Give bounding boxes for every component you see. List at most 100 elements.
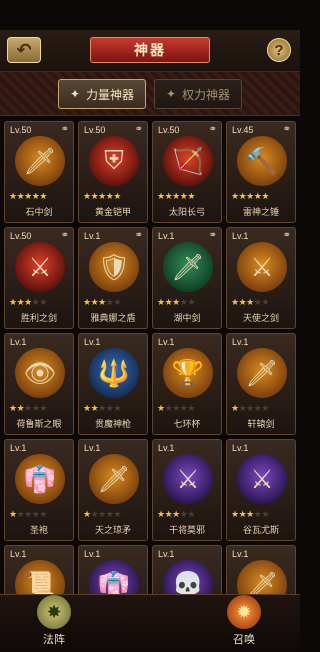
star-rating: ★★★★★: [83, 191, 121, 202]
tab-label: 权力神器: [182, 87, 231, 102]
artifact-card[interactable]: Lv.1 🗡 ★★★★★ 天之琼矛: [78, 439, 148, 541]
artifact-card[interactable]: Lv.1 ⚔ ★★★★★ 谷瓦尤斯: [226, 439, 296, 541]
summon-label: 召唤: [233, 634, 255, 646]
tab-bar: ✦ 力量神器 ✦ 权力神器: [0, 72, 300, 116]
artifact-name: 七环杯: [173, 419, 201, 429]
star-filled-icon: ★: [24, 297, 32, 307]
star-empty-icon: ★: [187, 297, 195, 307]
star-rating: ★★★★★: [231, 297, 269, 308]
star-rating: ★★★★★: [157, 509, 195, 520]
formation-button[interactable]: ✸ 法阵: [24, 595, 84, 651]
artifact-name: 湖中剑: [173, 313, 201, 323]
star-empty-icon: ★: [39, 403, 47, 413]
star-empty-icon: ★: [98, 509, 106, 519]
artifact-name: 雷神之锤: [242, 207, 279, 217]
artifact-icon: 🏹: [163, 136, 213, 186]
star-rating: ★★★★★: [231, 191, 269, 202]
artifact-name: 胜利之剑: [20, 313, 57, 323]
star-rating: ★★★★★: [157, 403, 195, 414]
star-filled-icon: ★: [172, 191, 180, 201]
star-empty-icon: ★: [261, 509, 269, 519]
artifact-card[interactable]: Lv.1 👘 ★★★★★ 圣袍: [4, 439, 74, 541]
artifact-card[interactable]: Lv.1 ⚭ 🛡 ★★★★★ 雅典娜之盾: [78, 227, 148, 329]
artifact-icon: 🗡: [163, 242, 213, 292]
star-filled-icon: ★: [246, 191, 254, 201]
link-icon: ⚭: [282, 230, 291, 241]
artifact-name: 贯魔神枪: [94, 419, 131, 429]
star-filled-icon: ★: [9, 509, 17, 519]
star-empty-icon: ★: [24, 403, 32, 413]
star-filled-icon: ★: [246, 297, 254, 307]
star-empty-icon: ★: [187, 403, 195, 413]
star-empty-icon: ★: [187, 509, 195, 519]
artifact-name: 圣袍: [29, 525, 48, 535]
artifact-icon: ⚔: [237, 242, 287, 292]
artifact-card[interactable]: Lv.1 🏆 ★★★★★ 七环杯: [152, 333, 222, 435]
summon-button[interactable]: ✹ 召唤: [214, 595, 274, 651]
artifact-level: Lv.1: [158, 231, 175, 241]
summon-icon: ✹: [227, 595, 261, 629]
artifact-card[interactable]: Lv.1 ⚭ ⚔ ★★★★★ 天使之剑: [226, 227, 296, 329]
star-empty-icon: ★: [113, 509, 121, 519]
top-bar: ↶ 神器 ?: [0, 30, 300, 72]
link-icon: ⚭: [134, 230, 143, 241]
link-icon: ⚭: [208, 230, 217, 241]
star-rating: ★★★★★: [157, 191, 195, 202]
artifact-card[interactable]: Lv.45 ⚭ 🔨 ★★★★★ 雷神之锤: [226, 121, 296, 223]
artifact-level: Lv.45: [232, 125, 254, 135]
artifact-name: 石中剑: [25, 207, 53, 217]
artifact-card[interactable]: Lv.1 🔱 ★★★★★ 贯魔神枪: [78, 333, 148, 435]
star-rating: ★★★★★: [9, 403, 47, 414]
artifact-icon: 👁: [15, 348, 65, 398]
star-empty-icon: ★: [39, 297, 47, 307]
artifact-card[interactable]: Lv.1 🗡 ★★★★★ 轩辕剑: [226, 333, 296, 435]
artifact-name: 干将莫邪: [168, 525, 205, 535]
artifact-card[interactable]: Lv.1 ⚭ 🗡 ★★★★★ 湖中剑: [152, 227, 222, 329]
tab-power-artifacts[interactable]: ✦ 力量神器: [58, 79, 146, 109]
star-rating: ★★★★★: [231, 509, 269, 520]
artifact-card[interactable]: Lv.50 ⚭ ⚔ ★★★★★ 胜利之剑: [4, 227, 74, 329]
star-empty-icon: ★: [113, 403, 121, 413]
artifact-card[interactable]: Lv.1 👁 ★★★★★ 荷鲁斯之眼: [4, 333, 74, 435]
artifact-level: Lv.50: [158, 125, 180, 135]
artifact-card[interactable]: Lv.50 ⚭ 🏹 ★★★★★ 太阳长弓: [152, 121, 222, 223]
star-rating: ★★★★★: [9, 297, 47, 308]
star-rating: ★★★★★: [83, 403, 121, 414]
star-filled-icon: ★: [83, 191, 91, 201]
star-filled-icon: ★: [9, 297, 17, 307]
link-icon: ⚭: [134, 124, 143, 135]
star-empty-icon: ★: [261, 297, 269, 307]
question-mark-icon: ?: [274, 41, 284, 59]
artifact-name: 天之琼矛: [94, 525, 131, 535]
star-rating: ★★★★★: [157, 297, 195, 308]
artifact-card[interactable]: Lv.50 ⚭ ⛨ ★★★★★ 黄金铠甲: [78, 121, 148, 223]
artifact-level: Lv.1: [10, 443, 27, 453]
artifact-level: Lv.1: [158, 337, 175, 347]
artifact-icon: ⛨: [89, 136, 139, 186]
star-filled-icon: ★: [9, 191, 17, 201]
star-filled-icon: ★: [83, 403, 91, 413]
artifact-icon: ⚔: [237, 454, 287, 504]
artifact-card[interactable]: Lv.50 ⚭ 🗡 ★★★★★ 石中剑: [4, 121, 74, 223]
artifact-level: Lv.1: [232, 549, 249, 559]
help-button[interactable]: ?: [267, 38, 291, 62]
artifact-icon: 🔨: [237, 136, 287, 186]
star-empty-icon: ★: [172, 403, 180, 413]
back-button[interactable]: ↶: [7, 37, 41, 63]
star-empty-icon: ★: [39, 509, 47, 519]
artifact-card[interactable]: Lv.1 ⚔ ★★★★★ 干将莫邪: [152, 439, 222, 541]
star-filled-icon: ★: [9, 403, 17, 413]
star-filled-icon: ★: [24, 191, 32, 201]
authority-tab-icon: ✦: [165, 87, 177, 101]
artifact-icon: 🔱: [89, 348, 139, 398]
tab-authority-artifacts[interactable]: ✦ 权力神器: [154, 79, 242, 109]
star-rating: ★★★★★: [83, 297, 121, 308]
artifact-icon: 👘: [15, 454, 65, 504]
formation-icon: ✸: [37, 595, 71, 629]
star-filled-icon: ★: [39, 191, 47, 201]
star-filled-icon: ★: [98, 191, 106, 201]
tab-label: 力量神器: [86, 87, 135, 102]
artifact-level: Lv.1: [232, 231, 249, 241]
formation-label: 法阵: [43, 634, 65, 646]
artifact-level: Lv.1: [158, 443, 175, 453]
